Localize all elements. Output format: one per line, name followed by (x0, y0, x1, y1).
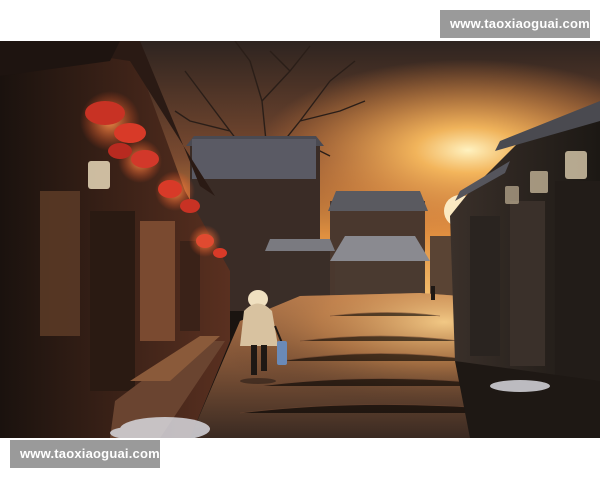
street-photo (0, 41, 600, 438)
street-scene-illustration (0, 41, 600, 438)
watermark-bottom: www.taoxiaoguai.com (10, 440, 160, 468)
watermark-top: www.taoxiaoguai.com (440, 10, 590, 38)
distant-figure (431, 286, 435, 300)
page: www.taoxiaoguai.com www.taoxiaoguai.com (0, 0, 600, 480)
